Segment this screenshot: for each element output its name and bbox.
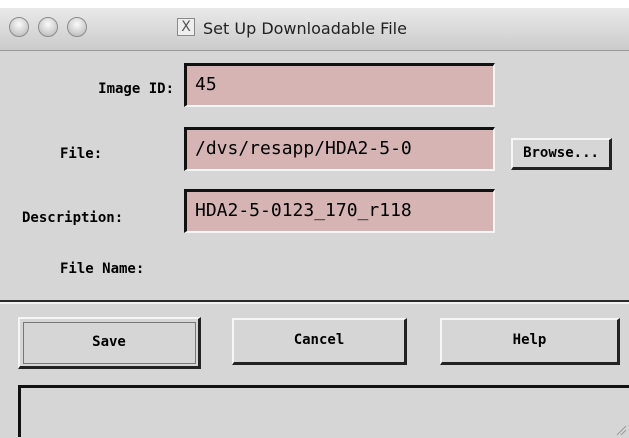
traffic-light-minimize-icon[interactable] [38,17,58,37]
status-bar [18,385,629,437]
file-label: File: [60,146,103,162]
dialog-window: X Set Up Downloadable File Image ID: 45 … [0,8,629,438]
save-button[interactable]: Save [18,317,201,369]
title-bar[interactable]: X Set Up Downloadable File [0,8,629,51]
description-label: Description: [22,210,124,226]
file-input[interactable]: /dvs/resapp/HDA2-5-0 [184,127,495,171]
browse-button[interactable]: Browse... [511,138,612,170]
background-strip [0,0,629,8]
image-id-input[interactable]: 45 [184,63,495,107]
image-id-label: Image ID: [98,81,174,97]
traffic-light-close-icon[interactable] [9,17,29,37]
window-title: Set Up Downloadable File [203,19,407,38]
close-window-icon: X [177,18,195,36]
help-button[interactable]: Help [440,318,620,365]
separator-highlight [0,302,629,304]
file-name-label: File Name: [60,261,145,277]
cancel-button[interactable]: Cancel [232,318,407,365]
resize-grip-icon[interactable] [615,424,627,436]
traffic-light-zoom-icon[interactable] [67,17,87,37]
description-input[interactable]: HDA2-5-0123_170_r118 [184,189,495,233]
